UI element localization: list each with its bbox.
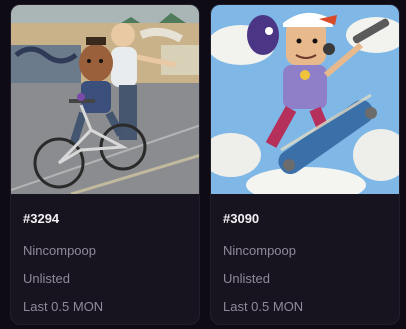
nft-image[interactable]: [11, 5, 199, 194]
nft-card[interactable]: #3294 Nincompoop Unlisted Last 0.5 MON: [10, 4, 200, 325]
nft-info: #3090 Nincompoop Unlisted Last 0.5 MON: [211, 194, 399, 324]
nft-image[interactable]: [211, 5, 399, 194]
last-sale-price: Last 0.5 MON: [223, 299, 304, 314]
listing-status: Unlisted: [223, 271, 270, 286]
nft-grid: #3294 Nincompoop Unlisted Last 0.5 MON #…: [10, 4, 402, 325]
token-id: #3090: [223, 211, 260, 226]
nft-card[interactable]: #3090 Nincompoop Unlisted Last 0.5 MON: [210, 4, 400, 325]
collection-name: Nincompoop: [223, 243, 296, 258]
listing-status: Unlisted: [23, 271, 70, 286]
nft-info: #3294 Nincompoop Unlisted Last 0.5 MON: [11, 194, 199, 324]
last-sale-price: Last 0.5 MON: [23, 299, 104, 314]
token-id: #3294: [23, 211, 60, 226]
collection-name: Nincompoop: [23, 243, 96, 258]
